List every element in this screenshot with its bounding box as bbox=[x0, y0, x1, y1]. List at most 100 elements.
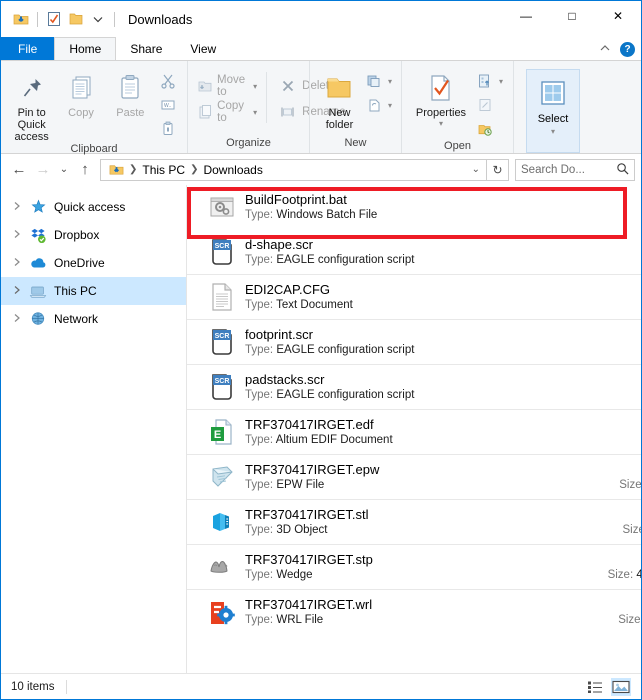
table-row[interactable]: TRF370417IRGET.stp Type: Wedge Size: 413… bbox=[187, 545, 641, 590]
new-item-icon bbox=[364, 71, 384, 91]
expand-chevron-icon[interactable] bbox=[9, 201, 25, 213]
sidebar-item-onedrive[interactable]: OneDrive bbox=[1, 249, 186, 277]
qat-divider-2 bbox=[114, 11, 115, 27]
select-caret-icon[interactable]: ▾ bbox=[551, 127, 555, 136]
large-icons-view-icon[interactable] bbox=[611, 677, 631, 696]
search-icon[interactable] bbox=[616, 162, 629, 178]
title-bar: Downloads — □ ✕ bbox=[1, 1, 641, 37]
file-info: EDI2CAP.CFG Type: Text Document Size: 82… bbox=[245, 282, 641, 313]
back-button[interactable]: ← bbox=[7, 158, 31, 182]
new-folder-button[interactable]: New folder bbox=[318, 67, 361, 131]
downloads-folder-icon[interactable] bbox=[10, 8, 32, 30]
table-row[interactable]: SCR d-shape.scr Type: EAGLE configuratio… bbox=[187, 230, 641, 275]
help-icon[interactable]: ? bbox=[620, 42, 635, 57]
easy-access-button[interactable]: ▾ bbox=[361, 94, 395, 116]
sidebar-item-this-pc[interactable]: This PC bbox=[1, 277, 186, 305]
file-info: TRF370417IRGET.stl Type: 3D Object Size:… bbox=[245, 507, 641, 538]
easy-access-icon bbox=[364, 95, 384, 115]
move-to-button[interactable]: Move to ▾ bbox=[194, 74, 260, 98]
type-label: Type: bbox=[245, 253, 274, 266]
minimize-button[interactable]: — bbox=[503, 1, 549, 31]
breadcrumb-separator-1[interactable]: ❯ bbox=[127, 164, 139, 175]
file-info: TRF370417IRGET.stp Type: Wedge Size: 413… bbox=[245, 552, 641, 583]
details-view-icon[interactable] bbox=[585, 678, 605, 696]
copy-to-button[interactable]: Copy to ▾ bbox=[194, 100, 260, 124]
file-details: Type: EAGLE configuration script Size: 1… bbox=[245, 343, 641, 358]
new-folder-icon[interactable] bbox=[65, 8, 87, 30]
cut-button[interactable] bbox=[155, 70, 181, 92]
file-list-pane[interactable]: BuildFootprint.bat Type: Windows Batch F… bbox=[187, 185, 641, 673]
paste-shortcut-icon bbox=[158, 119, 178, 139]
file-type: Altium EDIF Document bbox=[275, 433, 393, 446]
file-name: TRF370417IRGET.stp bbox=[245, 551, 373, 567]
table-row[interactable]: TRF370417IRGET.stl Type: 3D Object Size:… bbox=[187, 500, 641, 545]
expand-chevron-icon[interactable] bbox=[9, 257, 25, 269]
ribbon-group-clipboard-label: Clipboard bbox=[70, 143, 118, 155]
table-row[interactable]: SCR padstacks.scr Type: EAGLE configurat… bbox=[187, 365, 641, 410]
paste-button[interactable]: Paste bbox=[106, 67, 155, 119]
properties-caret-icon[interactable]: ▾ bbox=[439, 119, 443, 128]
expand-chevron-icon[interactable] bbox=[9, 285, 25, 297]
refresh-button[interactable]: ↻ bbox=[487, 158, 509, 181]
type-label: Type: bbox=[245, 523, 274, 536]
table-row[interactable]: TRF370417IRGET.epw Type: EPW File Size: … bbox=[187, 455, 641, 500]
collapse-ribbon-icon[interactable] bbox=[599, 44, 611, 55]
move-to-caret-icon[interactable]: ▾ bbox=[253, 82, 257, 91]
table-row[interactable]: E TRF370417IRGET.edf Type: Altium EDIF D… bbox=[187, 410, 641, 455]
history-button[interactable] bbox=[472, 118, 506, 140]
pin-to-quick-access-label: Pin to Quick access bbox=[14, 107, 49, 143]
file-name: TRF370417IRGET.wrl bbox=[245, 597, 373, 612]
easy-access-caret-icon[interactable]: ▾ bbox=[388, 101, 392, 110]
tab-home[interactable]: Home bbox=[54, 37, 117, 60]
open-button[interactable]: ▾ bbox=[472, 70, 506, 92]
copy-path-button[interactable]: W.. bbox=[155, 94, 181, 116]
tab-share[interactable]: Share bbox=[116, 37, 176, 60]
table-row[interactable]: BuildFootprint.bat Type: Windows Batch F… bbox=[187, 185, 641, 230]
table-row[interactable]: EDI2CAP.CFG Type: Text Document Size: 82… bbox=[187, 275, 641, 320]
properties-check-icon[interactable] bbox=[43, 8, 65, 30]
up-button[interactable]: ↑ bbox=[73, 158, 97, 182]
table-row[interactable]: SCR footprint.scr Type: EAGLE configurat… bbox=[187, 320, 641, 365]
breadcrumb-dropdown-icon[interactable]: ⌄ bbox=[466, 164, 486, 175]
copy-to-icon bbox=[197, 102, 213, 122]
sidebar-item-quick-access[interactable]: Quick access bbox=[1, 193, 186, 221]
table-row[interactable]: TRF370417IRGET.wrl Type: WRL File Size: … bbox=[187, 590, 641, 635]
select-icon bbox=[538, 76, 568, 110]
properties-button[interactable]: Properties ▾ bbox=[410, 67, 472, 128]
breadcrumb-separator-2[interactable]: ❯ bbox=[188, 164, 200, 175]
sidebar-item-dropbox[interactable]: Dropbox bbox=[1, 221, 186, 249]
new-item-button[interactable]: ▾ bbox=[361, 70, 395, 92]
customize-qat-icon[interactable] bbox=[87, 8, 109, 30]
recent-locations-button[interactable]: ⌄ bbox=[55, 158, 73, 182]
forward-button[interactable]: → bbox=[31, 158, 55, 182]
close-button[interactable]: ✕ bbox=[595, 1, 641, 31]
breadcrumb-item-this-pc[interactable]: This PC bbox=[139, 163, 188, 177]
sidebar-item-network[interactable]: Network bbox=[1, 305, 186, 333]
search-input[interactable]: Search Do... bbox=[515, 158, 635, 181]
breadcrumb-item-downloads[interactable]: Downloads bbox=[200, 163, 265, 177]
pin-to-quick-access-button[interactable]: Pin to Quick access bbox=[7, 67, 56, 143]
scr-file-icon: SCR bbox=[205, 236, 239, 268]
ribbon-tabs: File Home Share View ? bbox=[1, 37, 641, 60]
search-placeholder: Search Do... bbox=[521, 163, 585, 176]
edit-button[interactable] bbox=[472, 94, 506, 116]
tab-file[interactable]: File bbox=[1, 37, 55, 60]
maximize-button[interactable]: □ bbox=[549, 1, 595, 31]
paste-shortcut-button[interactable] bbox=[155, 118, 181, 140]
select-button[interactable]: Select ▾ bbox=[526, 69, 580, 153]
copy-to-caret-icon[interactable]: ▾ bbox=[253, 108, 257, 117]
new-item-caret-icon[interactable]: ▾ bbox=[388, 77, 392, 86]
breadcrumb[interactable]: ❯ This PC ❯ Downloads ⌄ bbox=[100, 158, 487, 181]
open-caret-icon[interactable]: ▾ bbox=[499, 77, 503, 86]
copy-button[interactable]: Copy bbox=[56, 67, 105, 119]
expand-chevron-icon[interactable] bbox=[9, 313, 25, 325]
text-document-icon bbox=[205, 281, 239, 313]
type-label: Type: bbox=[245, 343, 274, 356]
network-icon bbox=[27, 311, 49, 327]
tab-view[interactable]: View bbox=[176, 37, 230, 60]
wedge-3d-icon bbox=[205, 551, 239, 583]
this-pc-icon bbox=[27, 284, 49, 299]
copy-path-icon: W.. bbox=[158, 95, 178, 115]
expand-chevron-icon[interactable] bbox=[9, 229, 25, 241]
file-type: Text Document bbox=[276, 298, 353, 311]
